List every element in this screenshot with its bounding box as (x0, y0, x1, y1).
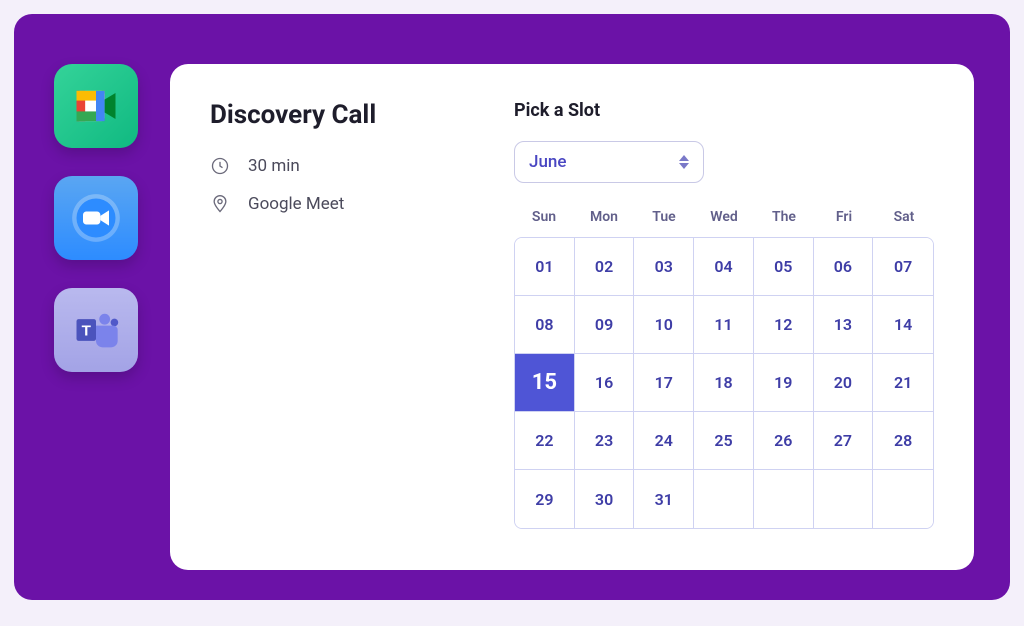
calendar-day[interactable]: 31 (634, 470, 694, 528)
dow-label: Wed (694, 203, 754, 231)
calendar-day[interactable]: 28 (873, 412, 933, 470)
slot-picker: Pick a Slot June SunMonTueWedTheFriSat 0… (514, 100, 934, 534)
calendar-day[interactable]: 04 (694, 238, 754, 296)
calendar-day[interactable]: 29 (515, 470, 575, 528)
calendar-day[interactable]: 09 (575, 296, 635, 354)
calendar-day[interactable]: 25 (694, 412, 754, 470)
calendar-day[interactable]: 14 (873, 296, 933, 354)
calendar-day[interactable]: 15 (515, 354, 575, 412)
booking-panel: T Discovery Call 30 min (14, 14, 1010, 600)
calendar-day[interactable]: 21 (873, 354, 933, 412)
calendar-day[interactable]: 24 (634, 412, 694, 470)
svg-text:T: T (82, 322, 92, 339)
chevron-up-icon (679, 155, 689, 161)
event-details: Discovery Call 30 min Google Meet (210, 100, 470, 534)
month-stepper[interactable] (679, 155, 689, 169)
pick-slot-label: Pick a Slot (514, 100, 934, 121)
dow-label: Sun (514, 203, 574, 231)
calendar-day[interactable]: 11 (694, 296, 754, 354)
calendar-day[interactable]: 03 (634, 238, 694, 296)
integration-sidebar: T (50, 64, 142, 570)
dow-header: SunMonTueWedTheFriSat (514, 203, 934, 231)
calendar-day[interactable]: 19 (754, 354, 814, 412)
clock-icon (210, 156, 230, 176)
dow-label: Sat (874, 203, 934, 231)
calendar-day[interactable]: 17 (634, 354, 694, 412)
google-meet-icon[interactable] (54, 64, 138, 148)
calendar-day[interactable]: 27 (814, 412, 874, 470)
calendar-day[interactable]: 10 (634, 296, 694, 354)
calendar-day[interactable]: 26 (754, 412, 814, 470)
event-duration-row: 30 min (210, 156, 470, 176)
calendar-grid: 01020304050607 08091011121314 151617181920… (514, 237, 934, 529)
calendar-day[interactable]: 23 (575, 412, 635, 470)
location-icon (210, 194, 230, 214)
month-value: June (529, 152, 566, 172)
event-location-row: Google Meet (210, 194, 470, 214)
booking-card: Discovery Call 30 min Google Meet Pick (170, 64, 974, 570)
month-select[interactable]: June (514, 141, 704, 183)
calendar-day[interactable]: 01 (515, 238, 575, 296)
calendar-day[interactable]: 18 (694, 354, 754, 412)
calendar-day[interactable]: 30 (575, 470, 635, 528)
calendar-day[interactable]: 16 (575, 354, 635, 412)
event-location: Google Meet (248, 194, 344, 214)
calendar-empty-cell (694, 470, 754, 528)
event-title: Discovery Call (210, 100, 470, 130)
calendar-empty-cell (873, 470, 933, 528)
teams-icon[interactable]: T (54, 288, 138, 372)
dow-label: Mon (574, 203, 634, 231)
calendar-day[interactable]: 06 (814, 238, 874, 296)
calendar-day[interactable]: 13 (814, 296, 874, 354)
calendar-day[interactable]: 02 (575, 238, 635, 296)
calendar-day[interactable]: 12 (754, 296, 814, 354)
calendar-empty-cell (754, 470, 814, 528)
calendar-day[interactable]: 05 (754, 238, 814, 296)
calendar-empty-cell (814, 470, 874, 528)
event-duration: 30 min (248, 156, 300, 176)
calendar-day[interactable]: 08 (515, 296, 575, 354)
calendar-day[interactable]: 07 (873, 238, 933, 296)
dow-label: Fri (814, 203, 874, 231)
calendar-day[interactable]: 20 (814, 354, 874, 412)
dow-label: Tue (634, 203, 694, 231)
calendar-day[interactable]: 22 (515, 412, 575, 470)
chevron-down-icon (679, 163, 689, 169)
zoom-icon[interactable] (54, 176, 138, 260)
dow-label: The (754, 203, 814, 231)
